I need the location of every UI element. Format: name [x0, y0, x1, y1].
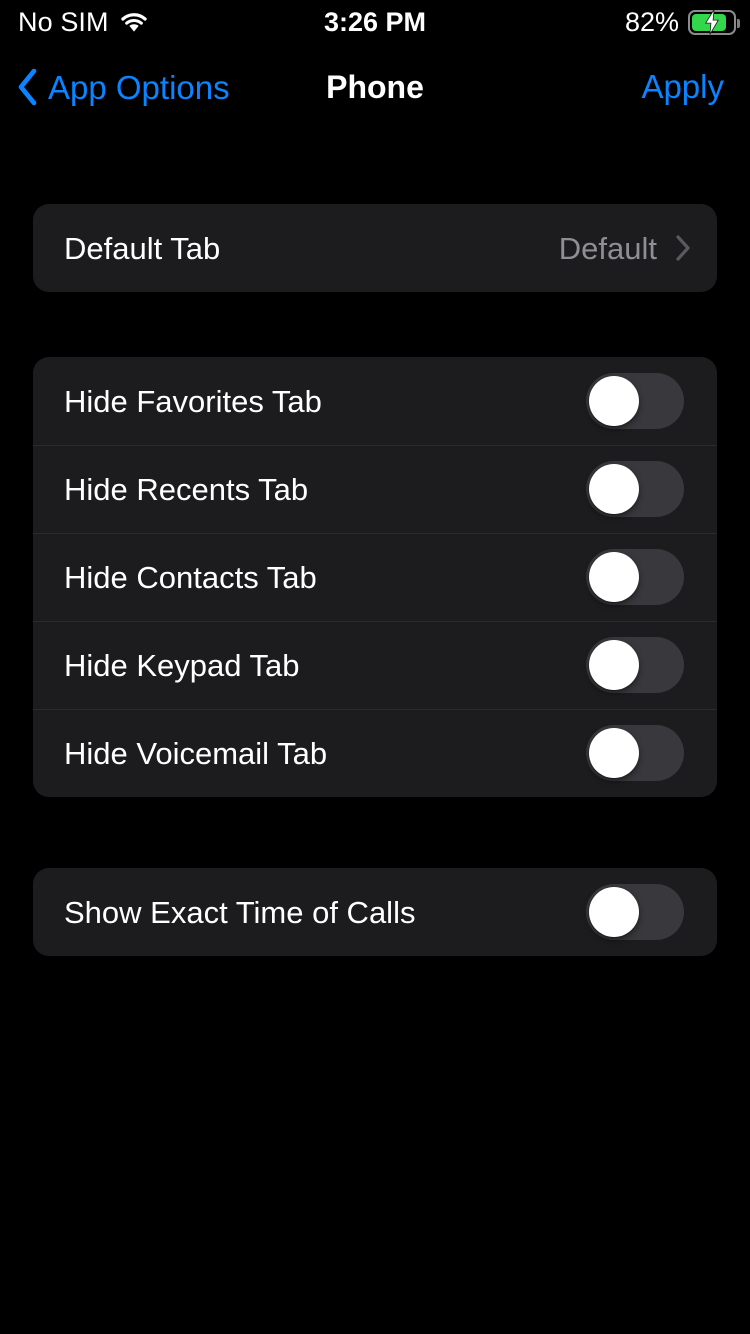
navigation-bar: App Options Phone Apply [0, 56, 750, 118]
row-value: Default [558, 230, 657, 266]
settings-group-hide-tabs: Hide Favorites Tab Hide Recents Tab Hide… [33, 357, 717, 797]
row-label: Hide Favorites Tab [64, 383, 322, 419]
chevron-right-icon [675, 234, 717, 262]
toggle-knob [589, 728, 639, 778]
row-show-exact-time-of-calls[interactable]: Show Exact Time of Calls [33, 868, 717, 956]
toggle-hide-keypad-tab[interactable] [586, 637, 684, 693]
toggle-hide-voicemail-tab[interactable] [586, 725, 684, 781]
row-hide-favorites-tab[interactable]: Hide Favorites Tab [33, 357, 717, 445]
row-hide-contacts-tab[interactable]: Hide Contacts Tab [33, 533, 717, 621]
phone-settings-screen: No SIM 3:26 PM 82% App Options Phone App… [0, 0, 750, 1334]
row-label: Show Exact Time of Calls [64, 894, 416, 930]
toggle-knob [589, 376, 639, 426]
settings-group-exact-time: Show Exact Time of Calls [33, 868, 717, 956]
status-bar: No SIM 3:26 PM 82% [0, 0, 750, 44]
toggle-hide-favorites-tab[interactable] [586, 373, 684, 429]
toggle-knob [589, 464, 639, 514]
toggle-hide-recents-tab[interactable] [586, 461, 684, 517]
toggle-knob [589, 552, 639, 602]
toggle-hide-contacts-tab[interactable] [586, 549, 684, 605]
row-label: Hide Recents Tab [64, 471, 309, 507]
settings-list: Default Tab Default Hide Favorites Tab H… [0, 118, 750, 1334]
apply-button[interactable]: Apply [641, 56, 724, 118]
settings-group-default-tab: Default Tab Default [33, 204, 717, 292]
row-label: Hide Voicemail Tab [64, 735, 328, 771]
row-hide-voicemail-tab[interactable]: Hide Voicemail Tab [33, 709, 717, 797]
page-title: Phone [326, 68, 424, 105]
toggle-knob [589, 887, 639, 937]
battery-charging-icon [688, 9, 740, 35]
toggle-show-exact-time-of-calls[interactable] [586, 884, 684, 940]
row-label: Default Tab [64, 230, 221, 266]
row-default-tab[interactable]: Default Tab Default [33, 204, 717, 292]
status-bar-right: 82% [624, 6, 740, 37]
row-hide-recents-tab[interactable]: Hide Recents Tab [33, 445, 717, 533]
row-hide-keypad-tab[interactable]: Hide Keypad Tab [33, 621, 717, 709]
toggle-knob [589, 640, 639, 690]
row-label: Hide Keypad Tab [64, 647, 300, 683]
row-label: Hide Contacts Tab [64, 559, 317, 595]
battery-percent-label: 82% [624, 6, 679, 37]
